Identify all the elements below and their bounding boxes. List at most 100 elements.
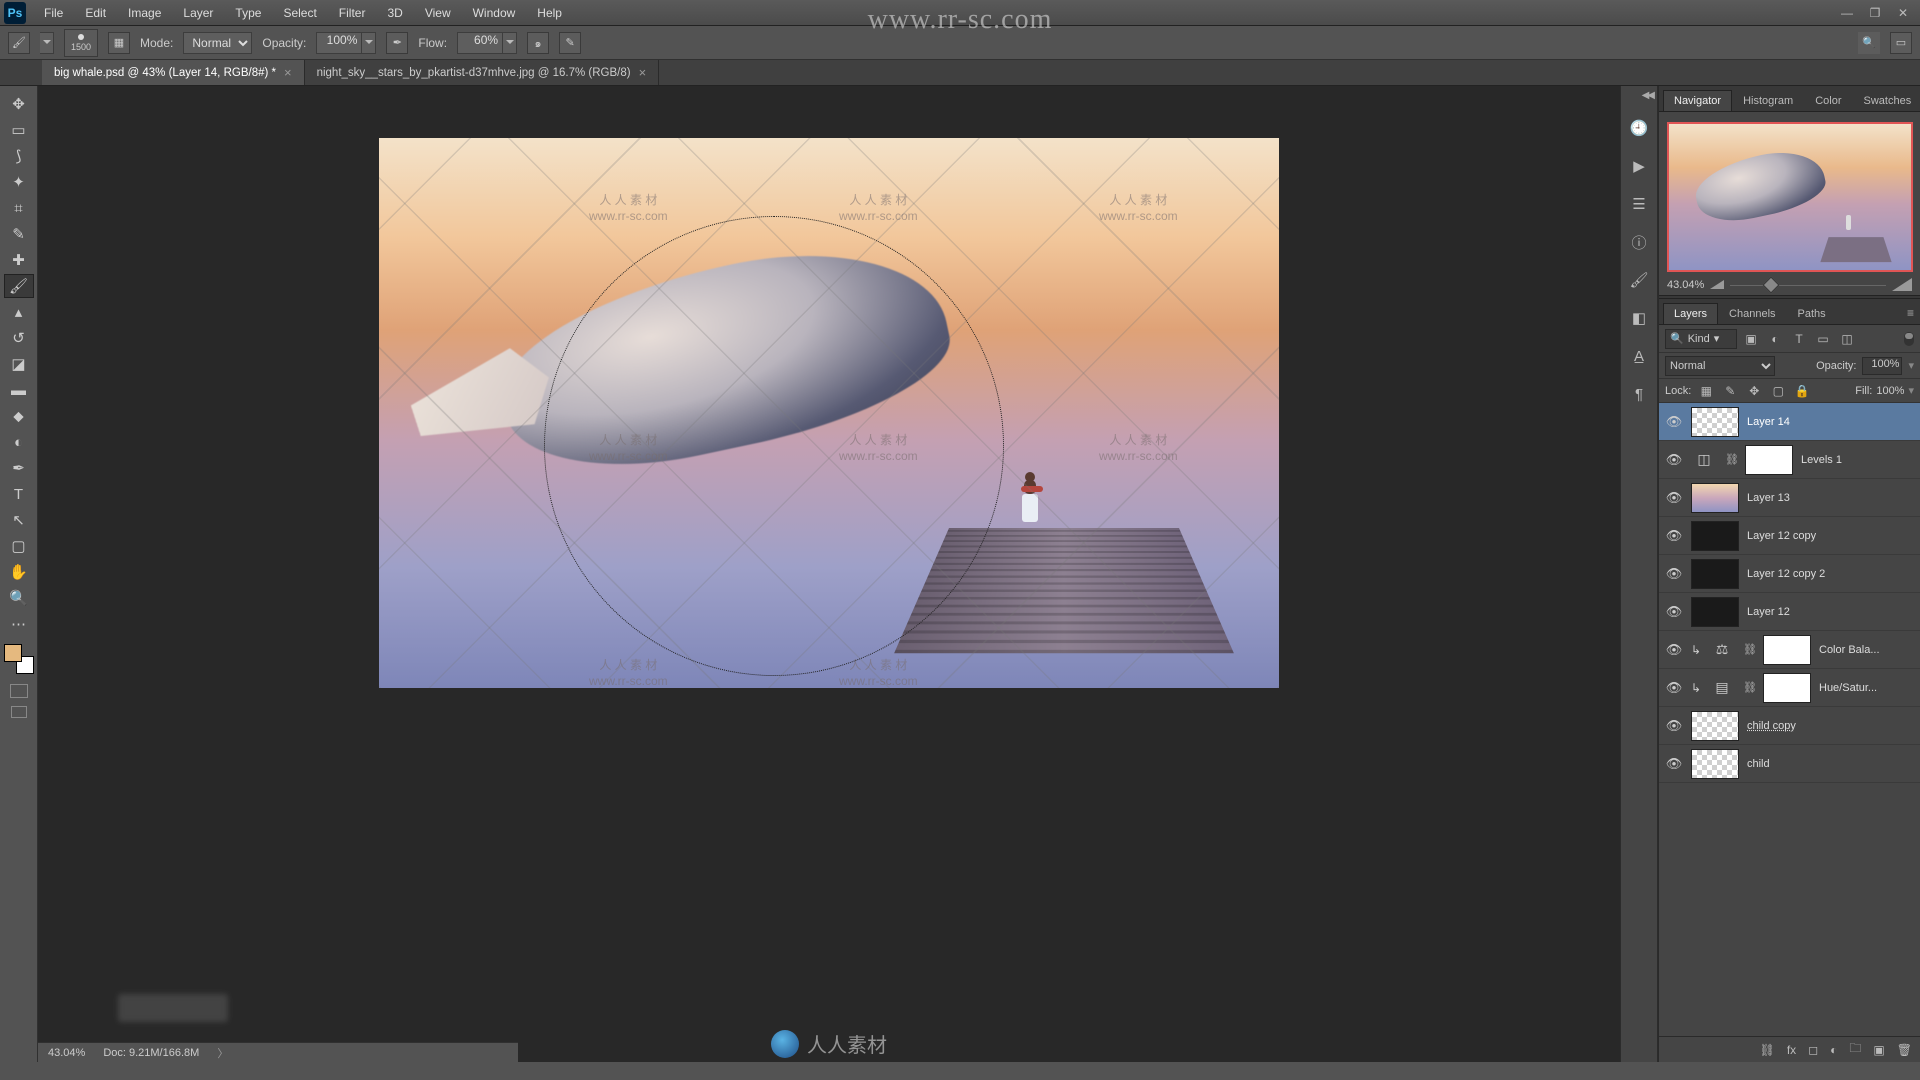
layer-row[interactable]: 👁 Layer 13 xyxy=(1659,479,1920,517)
visibility-icon[interactable]: 👁 xyxy=(1665,452,1683,468)
visibility-icon[interactable]: 👁 xyxy=(1665,490,1683,506)
lock-all-icon[interactable]: 🔒 xyxy=(1793,384,1811,398)
opacity-dropdown[interactable] xyxy=(362,32,376,54)
zoom-slider[interactable] xyxy=(1730,280,1886,290)
window-minimize-button[interactable]: — xyxy=(1834,6,1860,20)
close-tab-icon[interactable]: × xyxy=(284,65,292,80)
crop-tool-icon[interactable]: ⌗ xyxy=(4,196,34,220)
menu-window[interactable]: Window xyxy=(463,2,526,24)
quick-mask-icon[interactable] xyxy=(10,684,28,698)
layer-name[interactable]: child copy xyxy=(1747,720,1796,732)
window-restore-button[interactable]: ❐ xyxy=(1862,6,1888,20)
layer-row[interactable]: 👁 Layer 12 copy xyxy=(1659,517,1920,555)
history-panel-icon[interactable]: 🕘 xyxy=(1627,117,1651,139)
lock-transparency-icon[interactable]: ▦ xyxy=(1697,384,1715,398)
tab-layers[interactable]: Layers xyxy=(1663,303,1718,324)
layer-name[interactable]: Levels 1 xyxy=(1801,454,1842,466)
layer-name[interactable]: Layer 14 xyxy=(1747,416,1790,428)
layer-row[interactable]: 👁 Layer 14 xyxy=(1659,403,1920,441)
filter-type-icon[interactable]: T xyxy=(1789,329,1809,349)
tab-channels[interactable]: Channels xyxy=(1718,303,1786,324)
eyedropper-tool-icon[interactable]: ✎ xyxy=(4,222,34,246)
layer-name[interactable]: Layer 12 xyxy=(1747,606,1790,618)
navigator-thumbnail[interactable] xyxy=(1667,122,1913,272)
lock-artboard-icon[interactable]: ▢ xyxy=(1769,384,1787,398)
filter-shape-icon[interactable]: ▭ xyxy=(1813,329,1833,349)
flow-value[interactable]: 60% xyxy=(457,32,503,54)
move-tool-icon[interactable]: ✥ xyxy=(4,92,34,116)
layer-mask-thumbnail[interactable] xyxy=(1763,673,1811,703)
character-panel-icon[interactable]: A̲ xyxy=(1627,345,1651,367)
status-doc-size[interactable]: Doc: 9.21M/166.8M xyxy=(103,1047,199,1059)
layer-name[interactable]: Layer 13 xyxy=(1747,492,1790,504)
layer-row[interactable]: 👁 ◫ ⛓ Levels 1 xyxy=(1659,441,1920,479)
tab-navigator[interactable]: Navigator xyxy=(1663,90,1732,111)
layer-name[interactable]: Layer 12 copy 2 xyxy=(1747,568,1825,580)
visibility-icon[interactable]: 👁 xyxy=(1665,718,1683,734)
layer-row[interactable]: 👁 Layer 12 xyxy=(1659,593,1920,631)
blur-tool-icon[interactable]: ⬥ xyxy=(4,404,34,428)
window-close-button[interactable]: ✕ xyxy=(1890,6,1916,20)
layer-blend-mode[interactable]: Normal xyxy=(1665,356,1775,376)
dodge-tool-icon[interactable]: ◐ xyxy=(4,430,34,454)
type-tool-icon[interactable]: T xyxy=(4,482,34,506)
lock-image-icon[interactable]: ✎ xyxy=(1721,384,1739,398)
foreground-color-swatch[interactable] xyxy=(4,644,22,662)
adjustment-hue-sat-icon[interactable]: ▤ xyxy=(1709,675,1735,701)
status-zoom[interactable]: 43.04% xyxy=(48,1047,85,1059)
flow-dropdown[interactable] xyxy=(503,32,517,54)
color-swatches[interactable] xyxy=(4,644,34,674)
adjustments-panel-icon[interactable]: ◧ xyxy=(1627,307,1651,329)
tab-histogram[interactable]: Histogram xyxy=(1732,90,1804,111)
layer-opacity-value[interactable]: 100% xyxy=(1862,357,1902,375)
mask-link-icon[interactable]: ⛓ xyxy=(1743,643,1755,656)
document-canvas[interactable]: 人 人 素 材www.rr-sc.com 人 人 素 材www.rr-sc.co… xyxy=(379,138,1279,688)
filter-adjust-icon[interactable]: ◐ xyxy=(1765,329,1785,349)
pressure-opacity-icon[interactable]: ✒ xyxy=(386,32,408,54)
zoom-tool-icon[interactable]: 🔍 xyxy=(4,586,34,610)
stamp-tool-icon[interactable]: ▴ xyxy=(4,300,34,324)
tool-preset-dropdown[interactable] xyxy=(40,32,54,54)
layer-thumbnail[interactable] xyxy=(1691,711,1739,741)
fill-value[interactable]: 100% xyxy=(1876,385,1904,397)
paragraph-panel-icon[interactable]: ¶ xyxy=(1627,383,1651,405)
tab-swatches[interactable]: Swatches xyxy=(1853,90,1920,111)
visibility-icon[interactable]: 👁 xyxy=(1665,680,1683,696)
opacity-value[interactable]: 100% xyxy=(316,32,362,54)
workspace-switcher-icon[interactable]: ▭ xyxy=(1890,32,1912,54)
visibility-icon[interactable]: 👁 xyxy=(1665,414,1683,430)
visibility-icon[interactable]: 👁 xyxy=(1665,604,1683,620)
document-tab[interactable]: night_sky__stars_by_pkartist-d37mhve.jpg… xyxy=(305,60,660,85)
lock-position-icon[interactable]: ✥ xyxy=(1745,384,1763,398)
layer-mask-thumbnail[interactable] xyxy=(1763,635,1811,665)
new-group-icon[interactable]: 🗀 xyxy=(1849,1039,1861,1060)
tab-color[interactable]: Color xyxy=(1804,90,1852,111)
menu-file[interactable]: File xyxy=(34,2,73,24)
shape-tool-icon[interactable]: ▢ xyxy=(4,534,34,558)
layer-row[interactable]: 👁 child xyxy=(1659,745,1920,783)
zoom-in-icon[interactable] xyxy=(1892,278,1912,291)
layer-mask-thumbnail[interactable] xyxy=(1745,445,1793,475)
adjustment-color-balance-icon[interactable]: ⚖ xyxy=(1709,637,1735,663)
info-panel-icon[interactable]: ⓘ xyxy=(1627,231,1651,253)
zoom-out-icon[interactable] xyxy=(1710,280,1724,289)
brush-settings-panel-icon[interactable]: 🖌 xyxy=(1627,269,1651,291)
layer-thumbnail[interactable] xyxy=(1691,559,1739,589)
layer-row[interactable]: 👁 ↳ ⚖ ⛓ Color Bala... xyxy=(1659,631,1920,669)
marquee-tool-icon[interactable]: ▭ xyxy=(4,118,34,142)
filter-smart-icon[interactable]: ◫ xyxy=(1837,329,1857,349)
link-layers-icon[interactable]: ⛓ xyxy=(1760,1043,1775,1057)
mask-link-icon[interactable]: ⛓ xyxy=(1743,681,1755,694)
airbrush-icon[interactable]: ๑ xyxy=(527,32,549,54)
lasso-tool-icon[interactable]: ⟆ xyxy=(4,144,34,168)
search-icon[interactable]: 🔍 xyxy=(1858,32,1880,54)
layer-name[interactable]: Color Bala... xyxy=(1819,644,1880,656)
layer-row[interactable]: 👁 ↳ ▤ ⛓ Hue/Satur... xyxy=(1659,669,1920,707)
layer-row[interactable]: 👁 Layer 12 copy 2 xyxy=(1659,555,1920,593)
menu-edit[interactable]: Edit xyxy=(75,2,116,24)
panel-menu-icon[interactable]: ≡ xyxy=(1901,302,1920,324)
blend-mode-select[interactable]: Normal xyxy=(183,32,252,54)
eraser-tool-icon[interactable]: ◪ xyxy=(4,352,34,376)
menu-view[interactable]: View xyxy=(415,2,461,24)
add-mask-icon[interactable]: ◻ xyxy=(1808,1043,1818,1057)
